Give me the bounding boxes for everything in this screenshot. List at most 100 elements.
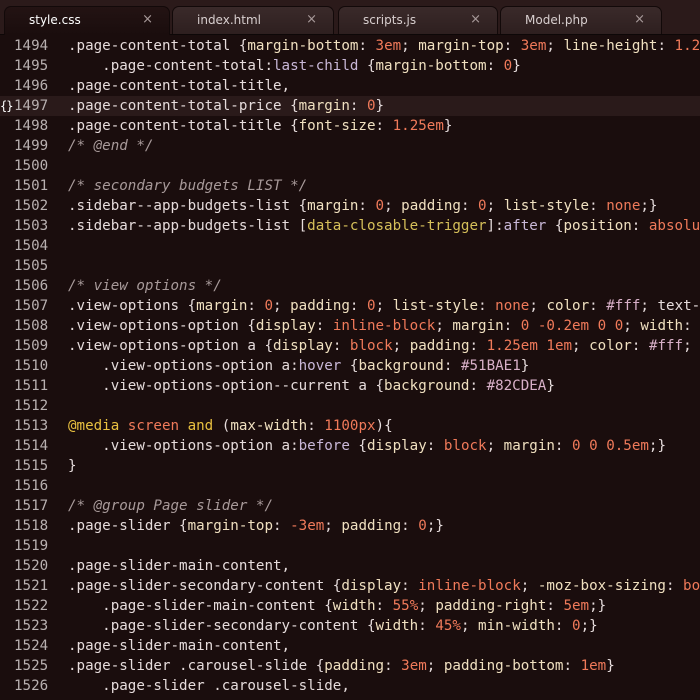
- code-text: .view-options-option--current a {backgro…: [68, 378, 555, 394]
- code-text: .page-slider-secondary-content {width: 4…: [68, 618, 598, 634]
- code-text: .page-slider-main-content,: [68, 558, 291, 574]
- code-text: .sidebar--app-budgets-list [data-closabl…: [68, 218, 700, 234]
- code-line[interactable]: 1495 .page-content-total:last-child {mar…: [0, 56, 700, 76]
- tab-label: index.html: [197, 13, 261, 27]
- close-icon[interactable]: ×: [470, 12, 481, 27]
- code-line[interactable]: 1521 .page-slider-secondary-content {disp…: [0, 576, 700, 596]
- line-number: 1497: [14, 98, 49, 114]
- code-line[interactable]: 1503 .sidebar--app-budgets-list [data-clo…: [0, 216, 700, 236]
- line-number: 1512: [14, 398, 49, 414]
- code-editor[interactable]: 1494 .page-content-total {margin-bottom: …: [0, 36, 700, 700]
- tab-label: scripts.js: [363, 13, 417, 27]
- code-line[interactable]: 1505: [0, 256, 700, 276]
- code-text: .sidebar--app-budgets-list {margin: 0; p…: [68, 198, 658, 214]
- code-line[interactable]: 1519: [0, 536, 700, 556]
- code-line[interactable]: 1504: [0, 236, 700, 256]
- code-line[interactable]: 1520 .page-slider-main-content,: [0, 556, 700, 576]
- code-line[interactable]: 1510 .view-options-option a:hover {backg…: [0, 356, 700, 376]
- line-number: 1525: [14, 658, 49, 674]
- code-line[interactable]: 1508 .view-options-option {display: inlin…: [0, 316, 700, 336]
- code-text: /* @end */: [68, 138, 154, 154]
- code-line[interactable]: 1511 .view-options-option--current a {ba…: [0, 376, 700, 396]
- line-number: 1518: [14, 518, 49, 534]
- code-line[interactable]: 1516: [0, 476, 700, 496]
- tab-scripts-js[interactable]: scripts.js ×: [338, 6, 498, 34]
- code-text: .view-options-option a {display: block; …: [68, 338, 692, 354]
- line-number: 1501: [14, 178, 49, 194]
- line-number: 1502: [14, 198, 49, 214]
- line-number: 1507: [14, 298, 49, 314]
- code-line[interactable]: 1526 .page-slider .carousel-slide,: [0, 676, 700, 696]
- line-number: 1500: [14, 158, 49, 174]
- line-number: 1516: [14, 478, 49, 494]
- code-line[interactable]: 1501 /* secondary budgets LIST */: [0, 176, 700, 196]
- code-text: }: [68, 458, 77, 474]
- code-line[interactable]: 1524 .page-slider-main-content,: [0, 636, 700, 656]
- line-number: 1503: [14, 218, 49, 234]
- code-line[interactable]: 1522 .page-slider-main-content {width: 5…: [0, 596, 700, 616]
- code-line[interactable]: 1509 .view-options-option a {display: blo…: [0, 336, 700, 356]
- code-line[interactable]: 1496 .page-content-total-title,: [0, 76, 700, 96]
- code-text: .page-content-total:last-child {margin-b…: [68, 58, 521, 74]
- code-text: .page-content-total-title {font-size: 1.…: [68, 118, 453, 134]
- code-line[interactable]: 1494 .page-content-total {margin-bottom: …: [0, 36, 700, 56]
- code-line[interactable]: 1507 .view-options {margin: 0; padding: 0…: [0, 296, 700, 316]
- code-text: .view-options-option {display: inline-bl…: [68, 318, 692, 334]
- code-line[interactable]: 1518 .page-slider {margin-top: -3em; padd…: [0, 516, 700, 536]
- code-line[interactable]: 1498 .page-content-total-title {font-size…: [0, 116, 700, 136]
- tab-label: Model.php: [525, 13, 588, 27]
- code-text: .page-slider-secondary-content {display:…: [68, 578, 700, 594]
- code-line[interactable]: {} 1497 .page-content-total-price {margin:…: [0, 96, 700, 116]
- line-number: 1496: [14, 78, 49, 94]
- code-line[interactable]: 1525 .page-slider .carousel-slide {paddin…: [0, 656, 700, 676]
- line-number: 1511: [14, 378, 49, 394]
- code-text: .page-slider {margin-top: -3em; padding:…: [68, 518, 444, 534]
- code-text: .page-content-total {margin-bottom: 3em;…: [68, 38, 700, 54]
- code-line[interactable]: 1502 .sidebar--app-budgets-list {margin: …: [0, 196, 700, 216]
- close-icon[interactable]: ×: [142, 12, 153, 27]
- line-number: 1506: [14, 278, 49, 294]
- code-text: .view-options-option a:hover {background…: [68, 358, 530, 374]
- close-icon[interactable]: ×: [306, 12, 317, 27]
- code-line[interactable]: 1512: [0, 396, 700, 416]
- code-line[interactable]: 1514 .view-options-option a:before {disp…: [0, 436, 700, 456]
- tab-model-php[interactable]: Model.php ×: [500, 6, 662, 34]
- code-line[interactable]: 1499 /* @end */: [0, 136, 700, 156]
- line-number: 1510: [14, 358, 49, 374]
- line-number: 1513: [14, 418, 49, 434]
- line-number: 1522: [14, 598, 49, 614]
- code-line[interactable]: 1515}: [0, 456, 700, 476]
- line-number: 1505: [14, 258, 49, 274]
- line-number: 1519: [14, 538, 49, 554]
- code-line[interactable]: 1523 .page-slider-secondary-content {wid…: [0, 616, 700, 636]
- code-line[interactable]: 1517 /* @group Page slider */: [0, 496, 700, 516]
- line-number: 1521: [14, 578, 49, 594]
- code-text: /* view options */: [68, 278, 222, 294]
- tab-style-css[interactable]: style.css ×: [4, 6, 170, 35]
- code-line[interactable]: 1500: [0, 156, 700, 176]
- line-number: 1514: [14, 438, 49, 454]
- code-text: @media screen and (max-width: 1100px){: [68, 418, 393, 434]
- line-number: 1495: [14, 58, 49, 74]
- line-number: 1517: [14, 498, 49, 514]
- tab-bar: style.css × index.html × scripts.js × Model.ph…: [0, 0, 700, 35]
- code-line[interactable]: 1506 /* view options */: [0, 276, 700, 296]
- line-number: 1526: [14, 678, 49, 694]
- code-text: /* secondary budgets LIST */: [68, 178, 308, 194]
- line-number: 1523: [14, 618, 49, 634]
- code-text: /* @group Page slider */: [68, 498, 273, 514]
- line-number: 1515: [14, 458, 49, 474]
- line-number: 1508: [14, 318, 49, 334]
- close-icon[interactable]: ×: [634, 12, 645, 27]
- code-text: .view-options {margin: 0; padding: 0; li…: [68, 298, 700, 314]
- tab-index-html[interactable]: index.html ×: [172, 6, 334, 34]
- code-text: .page-content-total-title,: [68, 78, 291, 94]
- line-number: 1524: [14, 638, 49, 654]
- code-text: .page-slider .carousel-slide {padding: 3…: [68, 658, 615, 674]
- line-number: 1498: [14, 118, 49, 134]
- line-number: 1504: [14, 238, 49, 254]
- line-number: 1509: [14, 338, 49, 354]
- code-text: .view-options-option a:before {display: …: [68, 438, 667, 454]
- code-line[interactable]: 1513 @media screen and (max-width: 1100px…: [0, 416, 700, 436]
- line-number: 1494: [14, 38, 49, 54]
